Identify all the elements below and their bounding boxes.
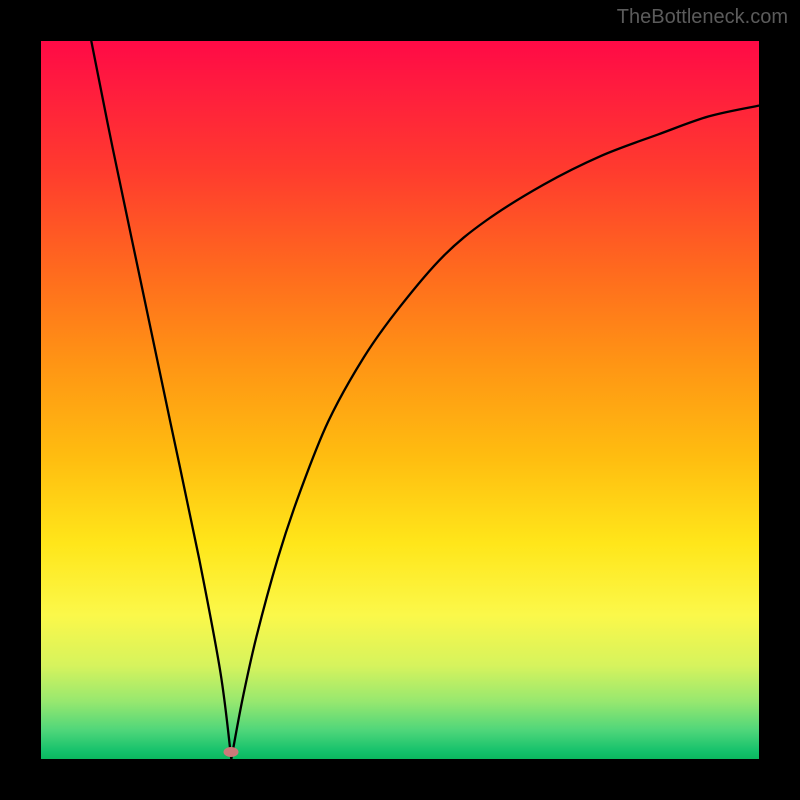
- bottleneck-curve: [41, 41, 759, 759]
- plot-area: [41, 41, 759, 759]
- chart-container: TheBottleneck.com: [0, 0, 800, 800]
- watermark-text: TheBottleneck.com: [617, 6, 788, 29]
- curve-line: [91, 41, 759, 759]
- min-marker-dot: [224, 747, 239, 757]
